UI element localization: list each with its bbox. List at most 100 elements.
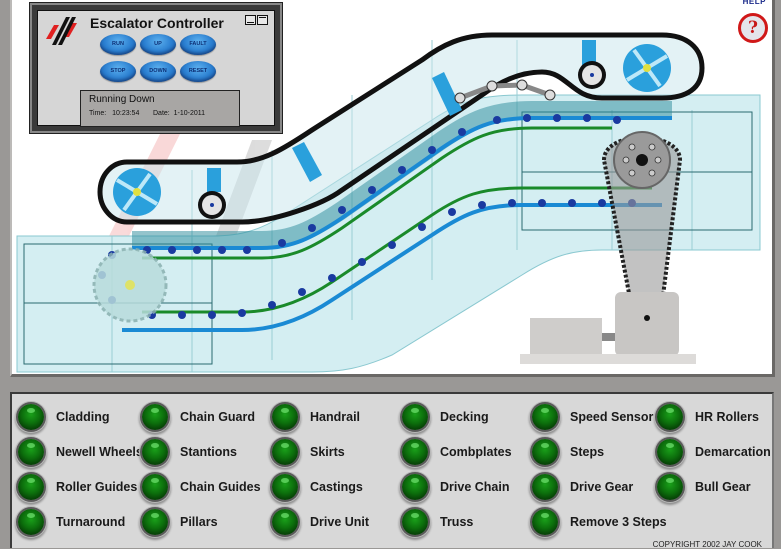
component-label: Chain Guard xyxy=(180,410,256,424)
status-lamp-icon[interactable] xyxy=(532,474,558,500)
status-lamp-icon[interactable] xyxy=(657,404,683,430)
minimize-icon[interactable] xyxy=(245,15,256,25)
chain-roller xyxy=(243,246,251,254)
time-label: Time: xyxy=(89,110,107,117)
chain-roller xyxy=(358,258,366,266)
component-truss[interactable]: Truss xyxy=(402,507,473,537)
status-lamp-icon[interactable] xyxy=(272,474,298,500)
status-lamp-icon[interactable] xyxy=(402,474,428,500)
stop-button[interactable]: STOP xyxy=(100,61,136,82)
chain-roller xyxy=(368,186,376,194)
component-speed-sensor[interactable]: Speed Sensor xyxy=(532,402,653,432)
component-chain-guard[interactable]: Chain Guard xyxy=(142,402,255,432)
status-lamp-icon[interactable] xyxy=(142,439,168,465)
status-lamp-icon[interactable] xyxy=(402,404,428,430)
component-label: Cladding xyxy=(56,410,110,424)
component-label: Roller Guides xyxy=(56,480,138,494)
component-castings[interactable]: Castings xyxy=(272,472,363,502)
chain-roller xyxy=(268,301,276,309)
component-roller-guides[interactable]: Roller Guides xyxy=(18,472,137,502)
component-drive-gear[interactable]: Drive Gear xyxy=(532,472,633,502)
component-label: Chain Guides xyxy=(180,480,261,494)
component-pillars[interactable]: Pillars xyxy=(142,507,218,537)
component-bull-gear[interactable]: Bull Gear xyxy=(657,472,751,502)
status-lamp-icon[interactable] xyxy=(142,404,168,430)
turnaround-gear xyxy=(92,247,168,323)
chain-roller xyxy=(388,241,396,249)
component-label: Drive Gear xyxy=(570,480,634,494)
status-lamp-icon[interactable] xyxy=(18,474,44,500)
status-lamp-icon[interactable] xyxy=(402,439,428,465)
status-lamp-icon[interactable] xyxy=(18,404,44,430)
status-lamp-icon[interactable] xyxy=(402,509,428,535)
status-message: Running Down xyxy=(89,94,155,105)
maximize-icon[interactable] xyxy=(257,15,268,25)
status-lamp-icon[interactable] xyxy=(532,509,558,535)
status-lamp-icon[interactable] xyxy=(657,439,683,465)
chain-roller xyxy=(598,199,606,207)
chain-roller xyxy=(428,146,436,154)
component-demarcation[interactable]: Demarcation xyxy=(657,437,771,467)
status-lamp-icon[interactable] xyxy=(657,474,683,500)
run-button[interactable]: RUN xyxy=(100,34,136,55)
component-label: Demarcation xyxy=(695,445,771,459)
component-newell-wheels[interactable]: Newell Wheels xyxy=(18,437,143,467)
controller-window: Escalator Controller RUN UP FAULT STOP D… xyxy=(30,3,282,133)
component-combplates[interactable]: Combplates xyxy=(402,437,512,467)
component-drive-chain[interactable]: Drive Chain xyxy=(402,472,509,502)
status-time: Time: 10:23:54 xyxy=(89,110,139,117)
chain-roller xyxy=(583,114,591,122)
status-lamp-icon[interactable] xyxy=(18,509,44,535)
component-label: Skirts xyxy=(310,445,345,459)
chain-roller xyxy=(418,223,426,231)
component-label: HR Rollers xyxy=(695,410,759,424)
component-label: Handrail xyxy=(310,410,361,424)
component-label: Speed Sensor xyxy=(570,410,654,424)
status-lamp-icon[interactable] xyxy=(142,474,168,500)
component-label: Combplates xyxy=(440,445,512,459)
component-cladding[interactable]: Cladding xyxy=(18,402,109,432)
component-decking[interactable]: Decking xyxy=(402,402,489,432)
reset-button[interactable]: RESET xyxy=(180,61,216,82)
component-remove-3-steps[interactable]: Remove 3 Steps xyxy=(532,507,667,537)
chain-roller xyxy=(448,208,456,216)
component-handrail[interactable]: Handrail xyxy=(272,402,360,432)
component-hr-rollers[interactable]: HR Rollers xyxy=(657,402,759,432)
component-label: Drive Unit xyxy=(310,515,370,529)
chain-roller xyxy=(523,114,531,122)
status-lamp-icon[interactable] xyxy=(532,404,558,430)
status-lamp-icon[interactable] xyxy=(272,439,298,465)
status-lamp-icon[interactable] xyxy=(532,439,558,465)
fault-button[interactable]: FAULT xyxy=(180,34,216,55)
status-lamp-icon[interactable] xyxy=(272,404,298,430)
up-button[interactable]: UP xyxy=(140,34,176,55)
chain-roller xyxy=(398,166,406,174)
copyright-text: COPYRIGHT 2002 JAY COOK xyxy=(652,540,762,549)
drive-motor xyxy=(520,292,696,364)
bull-gear xyxy=(613,131,671,189)
down-button[interactable]: DOWN xyxy=(140,61,176,82)
component-stantions[interactable]: Stantions xyxy=(142,437,237,467)
lower-newell-wheel xyxy=(113,168,161,216)
chain-roller xyxy=(218,246,226,254)
status-lamp-icon[interactable] xyxy=(142,509,168,535)
help-label[interactable]: HELP xyxy=(743,0,766,6)
component-label: Castings xyxy=(310,480,363,494)
chain-roller xyxy=(193,246,201,254)
chain-roller xyxy=(338,206,346,214)
component-steps[interactable]: Steps xyxy=(532,437,604,467)
upper-newell-wheel xyxy=(623,44,671,92)
component-label: Newell Wheels xyxy=(56,445,143,459)
component-chain-guides[interactable]: Chain Guides xyxy=(142,472,261,502)
status-lamp-icon[interactable] xyxy=(18,439,44,465)
status-lamp-icon[interactable] xyxy=(272,509,298,535)
component-panel: Cladding Newell Wheels Roller Guides Turnar… xyxy=(10,392,774,549)
chain-roller xyxy=(168,246,176,254)
component-label: Stantions xyxy=(180,445,237,459)
component-skirts[interactable]: Skirts xyxy=(272,437,345,467)
help-question-icon[interactable]: ? xyxy=(738,13,768,43)
chain-roller xyxy=(553,114,561,122)
status-display: Running Down Time: 10:23:54 Date: 1-10-2… xyxy=(80,90,240,127)
component-drive-unit[interactable]: Drive Unit xyxy=(272,507,369,537)
component-turnaround[interactable]: Turnaround xyxy=(18,507,125,537)
